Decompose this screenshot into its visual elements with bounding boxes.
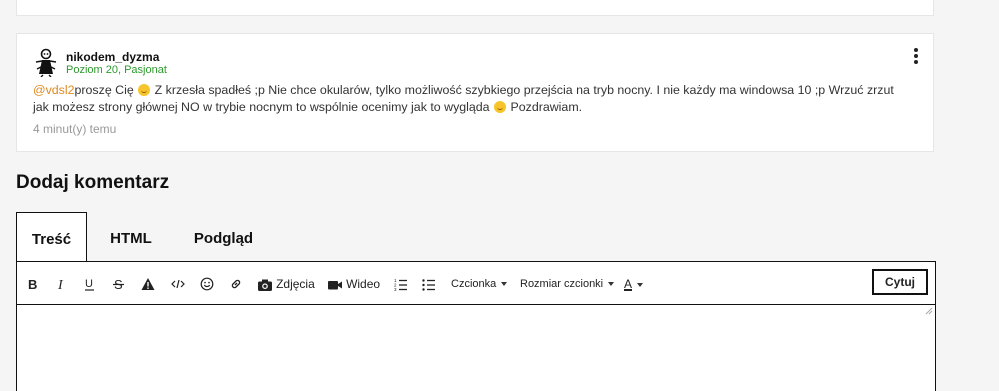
comment-timestamp: 4 minut(y) temu: [33, 122, 117, 136]
editor-tabs: Treść HTML Podgląd: [16, 212, 936, 263]
underline-icon[interactable]: U: [84, 274, 96, 294]
camera-icon: [258, 279, 272, 292]
chevron-down-icon: [501, 282, 508, 287]
comment-body: @vdsl2proszę Cię Z krzesła spadłeś ;p Ni…: [33, 82, 913, 116]
editor-toolbar: B I U S Zdjęcia Wideo: [17, 262, 935, 305]
italic-icon[interactable]: I: [56, 274, 68, 294]
font-dropdown-label: Czcionka: [451, 278, 497, 290]
comment-author[interactable]: nikodem_dyzma: [66, 50, 159, 64]
tab-preview[interactable]: Podgląd: [181, 212, 266, 262]
smile-emoji-icon: [494, 101, 507, 113]
svg-text:3: 3: [394, 287, 397, 291]
more-options-icon[interactable]: [911, 48, 921, 64]
quote-button[interactable]: Cytuj: [872, 269, 928, 295]
user-mention[interactable]: @vdsl2: [33, 83, 75, 97]
font-size-dropdown[interactable]: Rozmiar czcionki: [520, 274, 615, 294]
resize-grip-icon[interactable]: [925, 307, 933, 315]
chevron-down-icon: [637, 283, 644, 288]
svg-text:B: B: [28, 277, 37, 291]
svg-text:I: I: [57, 278, 64, 291]
author-rank: Poziom 20, Pasjonat: [66, 64, 167, 76]
photos-label: Zdjęcia: [276, 277, 315, 291]
photos-button[interactable]: Zdjęcia: [257, 274, 315, 294]
font-color-icon: A: [624, 277, 633, 291]
emoji-icon[interactable]: [200, 274, 214, 294]
previous-comment-card: [16, 0, 934, 16]
comment-textarea[interactable]: [17, 305, 935, 391]
tab-html[interactable]: HTML: [96, 212, 166, 262]
comment-editor: B I U S Zdjęcia Wideo: [16, 261, 936, 391]
chevron-down-icon: [608, 282, 615, 287]
bullet-list-icon[interactable]: [422, 274, 436, 294]
avatar[interactable]: [33, 47, 59, 78]
comment-card: nikodem_dyzma Poziom 20, Pasjonat @vdsl2…: [16, 33, 934, 152]
video-button[interactable]: Wideo: [327, 274, 380, 294]
link-icon[interactable]: [229, 274, 243, 294]
font-color-dropdown[interactable]: A: [624, 274, 644, 294]
font-size-dropdown-label: Rozmiar czcionki: [520, 278, 604, 290]
font-dropdown[interactable]: Czcionka: [451, 274, 508, 294]
video-camera-icon: [328, 281, 342, 290]
comment-text-part-2: Z krzesła spadłeś ;p Nie chce okularów, …: [33, 83, 894, 114]
video-label: Wideo: [346, 277, 381, 291]
code-icon[interactable]: [171, 274, 185, 294]
ordered-list-icon[interactable]: 123: [394, 274, 408, 294]
comment-text-part-3: Pozdrawiam.: [507, 100, 583, 114]
tab-content[interactable]: Treść: [16, 212, 87, 263]
avatar-figure-icon: [35, 48, 57, 78]
smile-emoji-icon: [138, 84, 151, 96]
strikethrough-icon[interactable]: S: [113, 274, 125, 294]
warning-icon[interactable]: [141, 274, 155, 294]
comment-text-part-1: proszę Cię: [74, 83, 134, 97]
add-comment-heading: Dodaj komentarz: [16, 172, 170, 193]
bold-icon[interactable]: B: [27, 274, 39, 294]
svg-text:U: U: [85, 278, 93, 290]
